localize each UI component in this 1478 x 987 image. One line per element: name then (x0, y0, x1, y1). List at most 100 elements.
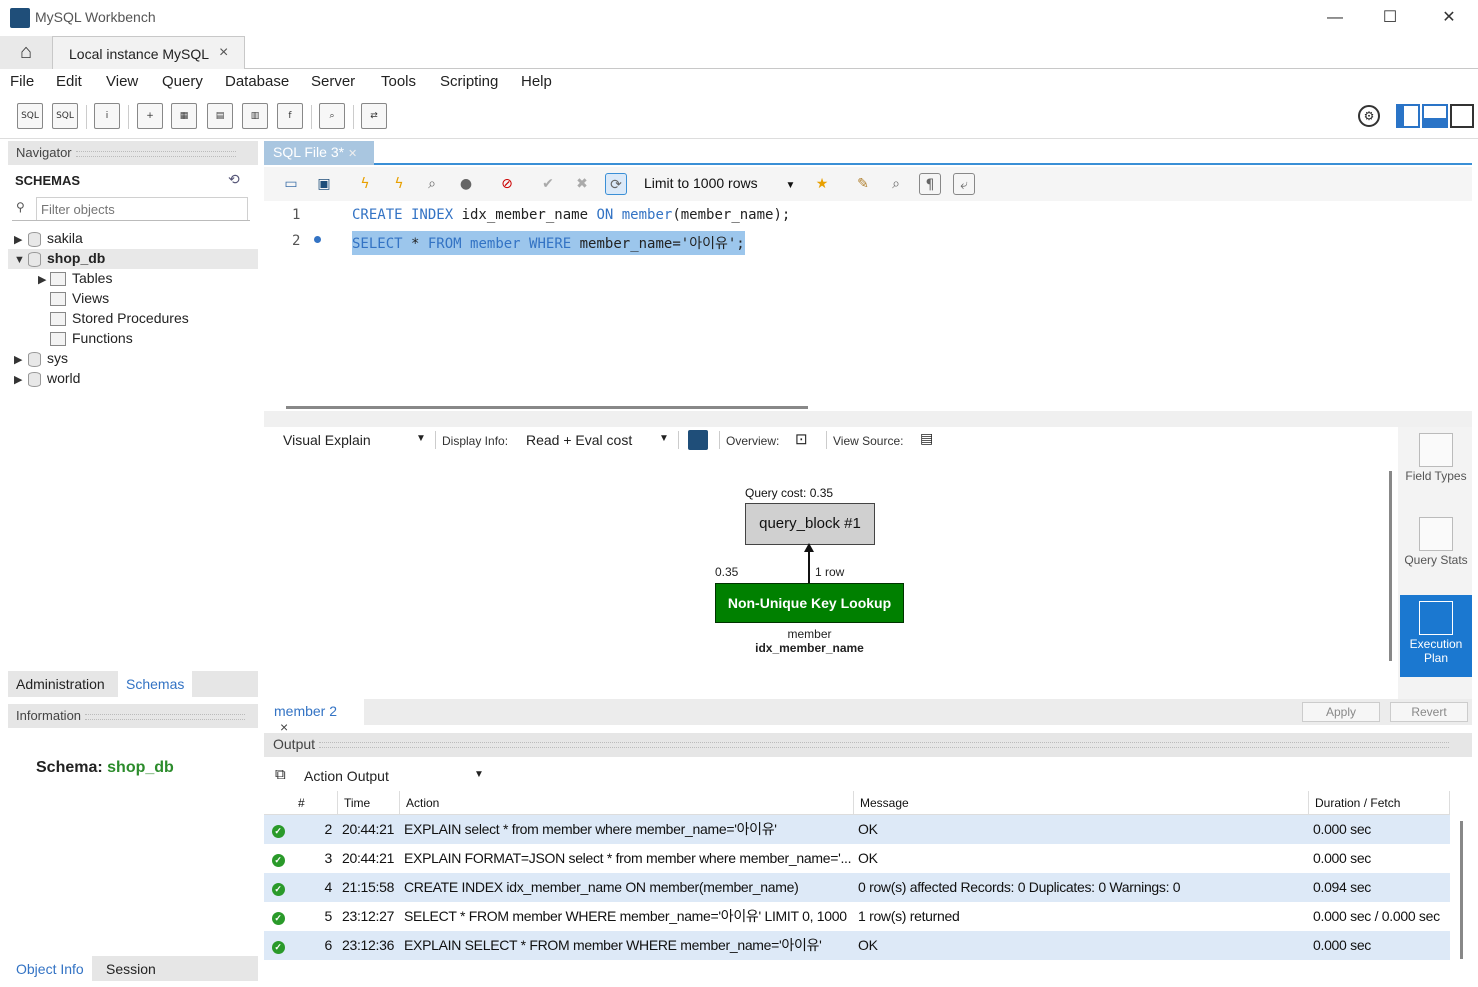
col-message[interactable]: Message (854, 791, 1309, 815)
field-types-button[interactable]: Field Types (1400, 427, 1472, 509)
inspector-icon[interactable]: i (94, 103, 120, 129)
limit-rows-select[interactable]: Limit to 1000 rows ▼ (644, 175, 795, 191)
tab-schemas[interactable]: Schemas (118, 671, 193, 697)
expand-arrow-icon[interactable]: ▶ (38, 270, 50, 290)
connection-tab[interactable]: Local instance MySQL × (52, 36, 245, 70)
collapse-arrow-icon[interactable]: ▼ (14, 250, 26, 270)
revert-button[interactable]: Revert (1390, 702, 1468, 722)
col-duration[interactable]: Duration / Fetch (1309, 791, 1450, 815)
add-snippet-icon[interactable]: ★ (811, 173, 833, 195)
explain-vertical-scrollbar[interactable] (1389, 471, 1392, 661)
toggle-error-stop-icon[interactable]: ⊘ (496, 173, 518, 195)
open-file-icon[interactable]: ▭ (280, 173, 302, 195)
dropdown-arrow-icon[interactable]: ▼ (416, 433, 426, 444)
maximize-button[interactable]: ☐ (1378, 6, 1402, 30)
query-stats-button[interactable]: Query Stats (1400, 511, 1472, 593)
wrap-lines-icon[interactable]: ⤶ (953, 173, 975, 195)
commit-icon[interactable]: ✔ (537, 173, 559, 195)
expand-arrow-icon[interactable]: ▶ (14, 350, 26, 370)
open-sql-script-icon[interactable]: SQL (52, 103, 78, 129)
key-lookup-node[interactable]: Non-Unique Key Lookup (715, 583, 904, 623)
schema-sakila[interactable]: ▶ sakila (14, 228, 83, 248)
result-tab-member[interactable]: member 2 × (264, 699, 364, 735)
splitter[interactable] (264, 411, 1472, 427)
invisible-chars-icon[interactable]: ¶ (919, 173, 941, 195)
filter-objects-input[interactable] (36, 197, 248, 220)
expand-arrow-icon[interactable]: ▶ (14, 370, 26, 390)
find-icon[interactable]: ⌕ (885, 173, 907, 195)
menu-scripting[interactable]: Scripting (440, 73, 498, 90)
col-action[interactable]: Action (400, 791, 854, 815)
beautify-icon[interactable]: ✎ (852, 173, 874, 195)
copy-icon[interactable]: ⧉ (275, 766, 286, 783)
dropdown-arrow-icon[interactable]: ▼ (474, 769, 484, 780)
sql-code-editor[interactable]: 1 CREATE INDEX idx_member_name ON member… (264, 201, 1472, 401)
schema-world[interactable]: ▶ world (14, 368, 80, 388)
create-function-icon[interactable]: f (277, 103, 303, 129)
explain-icon[interactable]: ⌕ (421, 173, 443, 195)
tab-session[interactable]: Session (98, 956, 164, 982)
menu-edit[interactable]: Edit (56, 73, 82, 90)
tab-object-info[interactable]: Object Info (8, 956, 92, 982)
tree-item-views[interactable]: Views (50, 288, 109, 308)
table-row[interactable]: ✓ 4 21:15:58 CREATE INDEX idx_member_name O… (264, 873, 1450, 902)
toggle-output-icon[interactable] (1422, 104, 1448, 128)
execution-plan-button[interactable]: Execution Plan (1400, 595, 1472, 677)
code-line-selected[interactable]: SELECT * FROM member WHERE member_name='… (352, 231, 745, 255)
table-row[interactable]: ✓ 5 23:12:27 SELECT * FROM member WHERE mem… (264, 902, 1450, 931)
autocommit-icon[interactable]: ⟳ (605, 173, 627, 195)
reconnect-icon[interactable]: ⇄ (361, 103, 387, 129)
overview-icon[interactable]: ⊡ (795, 430, 808, 448)
close-button[interactable]: ✕ (1437, 6, 1461, 30)
execute-current-icon[interactable]: ϟ (388, 173, 410, 195)
toggle-secondary-sidebar-icon[interactable] (1450, 104, 1474, 128)
menu-view[interactable]: View (106, 73, 138, 90)
close-tab-icon[interactable]: ✕ (348, 148, 357, 160)
menu-database[interactable]: Database (225, 73, 289, 90)
settings-icon[interactable]: ⚙ (1358, 105, 1380, 127)
output-type-select[interactable]: Action Output (304, 768, 389, 784)
new-sql-tab-icon[interactable]: SQL (17, 103, 43, 129)
visual-explain-select[interactable]: Visual Explain (283, 432, 371, 448)
schema-sys[interactable]: ▶ sys (14, 348, 68, 368)
menu-help[interactable]: Help (521, 73, 552, 90)
save-plan-icon[interactable] (688, 430, 708, 450)
close-tab-icon[interactable]: × (219, 44, 228, 62)
rollback-icon[interactable]: ✖ (571, 173, 593, 195)
search-table-data-icon[interactable]: ⌕ (319, 103, 345, 129)
table-row[interactable]: ✓ 6 23:12:36 EXPLAIN SELECT * FROM member W… (264, 931, 1450, 960)
menu-server[interactable]: Server (311, 73, 355, 90)
tab-administration[interactable]: Administration (8, 671, 113, 697)
tree-item-stored-procedures[interactable]: Stored Procedures (50, 308, 189, 328)
execute-icon[interactable]: ϟ (354, 173, 376, 195)
tree-item-tables[interactable]: ▶ Tables (38, 268, 112, 288)
query-block-node[interactable]: query_block #1 (745, 503, 875, 545)
tree-item-functions[interactable]: Functions (50, 328, 133, 348)
editor-horizontal-scrollbar[interactable] (286, 406, 808, 409)
create-view-icon[interactable]: ▤ (207, 103, 233, 129)
save-icon[interactable]: ▣ (313, 173, 335, 195)
create-table-icon[interactable]: ▦ (171, 103, 197, 129)
toggle-sidebar-icon[interactable] (1396, 104, 1420, 128)
menu-file[interactable]: File (10, 73, 34, 90)
create-schema-icon[interactable]: + (137, 103, 163, 129)
refresh-icon[interactable]: ⟲ (228, 171, 240, 188)
sql-file-tab[interactable]: SQL File 3* ✕ (264, 141, 374, 165)
stop-icon[interactable]: ● (455, 173, 477, 195)
view-source-icon[interactable]: ▤ (920, 430, 933, 447)
col-num[interactable]: # (292, 791, 338, 815)
minimize-button[interactable]: — (1323, 6, 1347, 30)
table-row[interactable]: ✓ 3 20:44:21 EXPLAIN FORMAT=JSON select * f… (264, 844, 1450, 873)
create-procedure-icon[interactable]: ▥ (242, 103, 268, 129)
col-time[interactable]: Time (338, 791, 400, 815)
menu-tools[interactable]: Tools (381, 73, 416, 90)
dropdown-arrow-icon[interactable]: ▼ (659, 433, 669, 444)
home-icon[interactable]: ⌂ (0, 36, 52, 69)
apply-button[interactable]: Apply (1302, 702, 1380, 722)
expand-arrow-icon[interactable]: ▶ (14, 230, 26, 250)
output-vertical-scrollbar[interactable] (1460, 821, 1463, 959)
display-info-select[interactable]: Read + Eval cost (526, 432, 632, 448)
code-line[interactable]: CREATE INDEX idx_member_name ON member(m… (352, 207, 790, 223)
schema-shop-db[interactable]: ▼ shop_db (14, 248, 105, 268)
menu-query[interactable]: Query (162, 73, 203, 90)
